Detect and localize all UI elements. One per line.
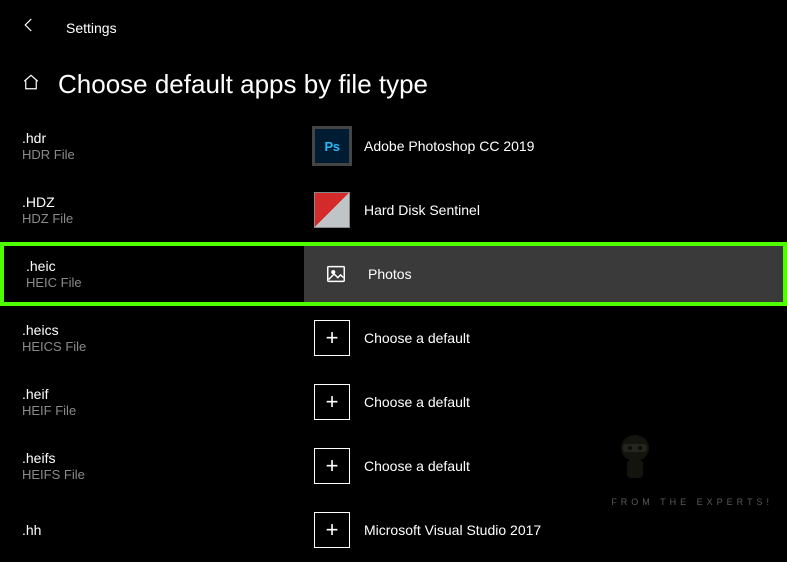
default-app-button[interactable]: Hard Disk Sentinel (300, 182, 787, 238)
file-type-row: .heicHEIC File Photos (0, 242, 787, 306)
file-extension: .heic (26, 258, 304, 274)
app-name-label: Photos (368, 266, 412, 282)
app-name-label: Hard Disk Sentinel (364, 202, 480, 218)
default-app-button[interactable]: Ps Adobe Photoshop CC 2019 (300, 118, 787, 174)
window-title: Settings (66, 20, 117, 36)
file-extension: .heics (22, 322, 300, 338)
plus-icon: + (314, 320, 350, 356)
file-extension: .heifs (22, 450, 300, 466)
file-type-description: HEIFS File (22, 467, 300, 482)
app-name-label: Choose a default (364, 458, 470, 474)
app-name-label: Choose a default (364, 330, 470, 346)
header-bar: Settings (0, 0, 787, 51)
file-type-row: .hdrHDR File Ps Adobe Photoshop CC 2019 (0, 114, 787, 178)
default-app-button[interactable]: + Microsoft Visual Studio 2017 (300, 502, 787, 558)
file-type-row: .HDZHDZ File Hard Disk Sentinel (0, 178, 787, 242)
file-type-row: .heicsHEICS File + Choose a default (0, 306, 787, 370)
photoshop-icon: Ps (314, 128, 350, 164)
file-extension-cell: .heifsHEIFS File (0, 438, 300, 494)
file-type-description: HEIF File (22, 403, 300, 418)
plus-icon: + (314, 448, 350, 484)
file-type-description: HEICS File (22, 339, 300, 354)
page-title: Choose default apps by file type (58, 69, 428, 100)
file-extension: .hh (22, 522, 300, 538)
watermark-mascot-icon (613, 430, 657, 485)
photos-icon (318, 256, 354, 292)
file-type-description: HEIC File (26, 275, 304, 290)
file-type-row: .heifHEIF File + Choose a default (0, 370, 787, 434)
page-heading: Choose default apps by file type (0, 51, 787, 114)
file-extension-cell: .hh (0, 510, 300, 551)
file-extension: .HDZ (22, 194, 300, 210)
default-app-button[interactable]: Photos (304, 246, 783, 302)
default-app-button[interactable]: + Choose a default (300, 438, 787, 494)
file-type-row: .heifsHEIFS File + Choose a default (0, 434, 787, 498)
plus-icon: + (314, 512, 350, 548)
file-extension-cell: .HDZHDZ File (0, 182, 300, 238)
app-name-label: Choose a default (364, 394, 470, 410)
file-type-description: HDZ File (22, 211, 300, 226)
file-extension: .heif (22, 386, 300, 402)
hard-disk-sentinel-icon (314, 192, 350, 228)
file-extension-cell: .heicHEIC File (4, 246, 304, 302)
file-extension-cell: .heifHEIF File (0, 374, 300, 430)
app-name-label: Microsoft Visual Studio 2017 (364, 522, 541, 538)
back-button[interactable] (16, 12, 42, 43)
default-app-button[interactable]: + Choose a default (300, 310, 787, 366)
default-app-button[interactable]: + Choose a default (300, 374, 787, 430)
file-extension-cell: .heicsHEICS File (0, 310, 300, 366)
file-extension-cell: .hdrHDR File (0, 118, 300, 174)
file-type-description: HDR File (22, 147, 300, 162)
file-extension: .hdr (22, 130, 300, 146)
plus-icon: + (314, 384, 350, 420)
watermark-text: FROM THE EXPERTS! (611, 496, 773, 510)
home-icon[interactable] (22, 73, 40, 96)
app-name-label: Adobe Photoshop CC 2019 (364, 138, 534, 154)
